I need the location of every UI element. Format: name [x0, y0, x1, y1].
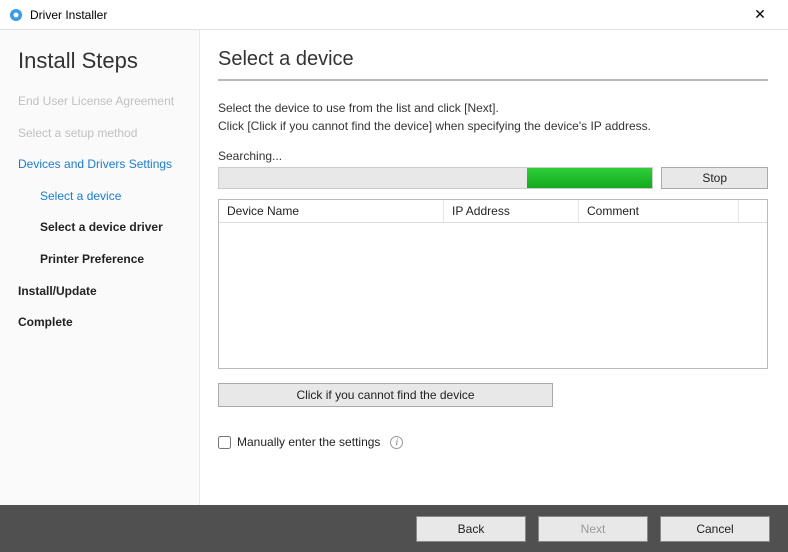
cancel-button[interactable]: Cancel [660, 516, 770, 542]
instruction-line-1: Select the device to use from the list a… [218, 101, 499, 115]
manual-label: Manually enter the settings [237, 435, 380, 449]
substep-select-device: Select a device [18, 189, 199, 205]
back-button[interactable]: Back [416, 516, 526, 542]
app-icon [8, 7, 24, 23]
progress-row: Stop [218, 167, 768, 189]
step-install-update: Install/Update [18, 284, 199, 300]
col-comment[interactable]: Comment [579, 200, 739, 222]
searching-label: Searching... [218, 149, 768, 163]
sidebar-title: Install Steps [18, 48, 199, 74]
instruction-line-2: Click [Click if you cannot find the devi… [218, 119, 651, 133]
window-title: Driver Installer [30, 8, 740, 22]
instruction-text: Select the device to use from the list a… [218, 99, 768, 135]
divider [218, 79, 768, 81]
table-header: Device Name IP Address Comment [219, 200, 767, 223]
info-icon[interactable]: i [390, 436, 403, 449]
step-devices-settings: Devices and Drivers Settings [18, 157, 199, 173]
page-title: Select a device [218, 48, 768, 71]
step-setup-method: Select a setup method [18, 126, 199, 142]
sidebar: Install Steps End User License Agreement… [0, 30, 200, 505]
substep-printer-pref: Printer Preference [18, 252, 199, 268]
next-button[interactable]: Next [538, 516, 648, 542]
stop-button[interactable]: Stop [661, 167, 768, 189]
substep-select-driver: Select a device driver [18, 220, 199, 236]
col-ip-address[interactable]: IP Address [444, 200, 579, 222]
col-device-name[interactable]: Device Name [219, 200, 444, 222]
close-icon[interactable]: ✕ [740, 0, 780, 30]
titlebar: Driver Installer ✕ [0, 0, 788, 30]
main-area: Install Steps End User License Agreement… [0, 30, 788, 505]
manual-checkbox[interactable] [218, 436, 231, 449]
progress-fill [527, 168, 653, 188]
content-panel: Select a device Select the device to use… [200, 30, 788, 505]
step-eula: End User License Agreement [18, 94, 199, 110]
search-progress [218, 167, 653, 189]
manual-entry-row: Manually enter the settings i [218, 435, 768, 449]
footer: Back Next Cancel [0, 505, 788, 552]
col-spacer [739, 200, 767, 222]
device-table[interactable]: Device Name IP Address Comment [218, 199, 768, 369]
cannot-find-button[interactable]: Click if you cannot find the device [218, 383, 553, 407]
step-complete: Complete [18, 315, 199, 331]
